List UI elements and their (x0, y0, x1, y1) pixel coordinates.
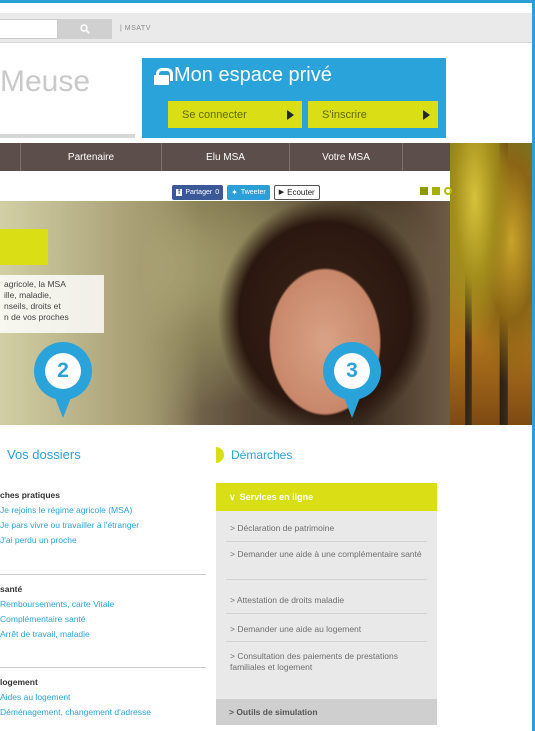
header-divider (0, 134, 135, 138)
section-divider (0, 667, 206, 668)
title-marker (216, 447, 224, 463)
demarches-label: Démarches (231, 448, 293, 462)
hero-text-line: n de vos proches (4, 312, 69, 322)
listen-label: Ecouter (287, 187, 315, 197)
register-label: S'inscrire (322, 108, 367, 121)
search-button[interactable] (58, 19, 112, 39)
services-label: Services en ligne (239, 492, 314, 502)
hero-text-line: nseils, droits et (4, 301, 61, 311)
search-icon (80, 24, 90, 34)
brand-meuse: Meuse (0, 65, 91, 98)
espace-prive-label: Mon espace privé (174, 64, 332, 86)
item-divider (226, 641, 427, 642)
demarches-title: Démarches (216, 447, 292, 463)
item-divider (226, 579, 427, 580)
dossier-link[interactable]: J'ai perdu un proche (0, 533, 210, 548)
search-input[interactable] (0, 19, 58, 39)
main-nav: Partenaire Elu MSA Votre MSA (0, 143, 450, 171)
arrow-right-icon (287, 109, 294, 120)
facebook-icon: f (176, 188, 183, 196)
demarche-link[interactable]: > Consultation des paiements de prestati… (230, 651, 426, 673)
outils-simulation-button[interactable]: > Outils de simulation (216, 699, 437, 725)
msa-tv-link[interactable]: | MSATV (120, 25, 151, 32)
espace-prive-panel: Mon espace privé Se connecter S'inscrire (142, 58, 446, 138)
msa-page: | MSATV Meuse Mon espace privé Se connec… (0, 3, 532, 731)
chevron-down-icon: ∨ (229, 491, 236, 502)
connect-label: Se connecter (182, 108, 247, 121)
dossier-link[interactable]: Aides au logement (0, 690, 210, 705)
dossier-link[interactable]: Je pars vivre ou travailler à l'étranger (0, 518, 210, 533)
nav-item-votre-msa[interactable]: Votre MSA (289, 143, 402, 171)
forest-background-image (450, 143, 532, 425)
dossier-link[interactable]: Complémentaire santé (0, 612, 210, 627)
dossier-section-pratiques: ches pratiques Je rejoins le régime agri… (0, 490, 210, 548)
callout-pin-3: 3 (323, 342, 381, 418)
demarche-link[interactable]: > Demander une aide à une complémentaire… (230, 549, 426, 560)
nav-item-partial[interactable] (0, 143, 20, 171)
social-share-bar: f Partager 0 ✦ Tweeter ▶ Ecouter (172, 184, 320, 200)
page-tools (420, 187, 452, 195)
print-icon[interactable] (420, 187, 428, 195)
pin-number: 3 (334, 353, 370, 389)
dossiers-title: Vos dossiers (7, 447, 81, 462)
demarche-link[interactable]: > Demander une aide au logement (230, 624, 426, 635)
hero-text-line: agricole, la MSA (4, 279, 66, 289)
facebook-count: 0 (215, 188, 220, 196)
section-heading: santé (0, 584, 23, 594)
dossier-link[interactable]: Remboursements, carte Vitale (0, 597, 210, 612)
demarche-link[interactable]: > Déclaration de patrimoine (230, 523, 426, 534)
nav-item-partenaire[interactable]: Partenaire (20, 143, 161, 171)
twitter-label: Tweeter (240, 188, 266, 196)
item-divider (226, 541, 427, 542)
hero-text-line: ille, maladie, (4, 290, 52, 300)
listen-button[interactable]: ▶ Ecouter (273, 184, 320, 200)
top-bar: | MSATV (0, 13, 532, 43)
section-heading: ches pratiques (0, 490, 60, 500)
item-divider (226, 613, 427, 614)
espace-prive-title: Mon espace privé (154, 64, 332, 87)
callout-pin-2: 2 (34, 342, 92, 418)
nav-item-partial-right[interactable] (402, 143, 450, 171)
nav-item-elu-msa[interactable]: Elu MSA (161, 143, 289, 171)
facebook-label: Partager (185, 188, 213, 196)
dossier-link[interactable]: Je rejoins le régime agricole (MSA) (0, 503, 210, 518)
twitter-icon: ✦ (231, 187, 238, 197)
mail-icon[interactable] (432, 187, 440, 195)
connect-button[interactable]: Se connecter (168, 101, 302, 128)
hero-text-box: agricole, la MSA ille, maladie, nseils, … (0, 275, 104, 333)
speaker-icon: ▶ (278, 189, 285, 196)
services-en-ligne-header[interactable]: ∨ Services en ligne (216, 483, 437, 511)
lock-icon (154, 67, 173, 85)
dossier-section-logement: logement Aides au logement Déménagement,… (0, 677, 210, 720)
dossier-link[interactable]: Déménagement, changement d'adresse (0, 705, 210, 720)
facebook-share-button[interactable]: f Partager 0 (172, 184, 224, 200)
pin-number: 2 (45, 353, 81, 389)
arrow-right-icon (423, 109, 430, 120)
register-button[interactable]: S'inscrire (308, 101, 438, 128)
hero-yellow-tag (0, 229, 48, 265)
dossier-section-sante: santé Remboursements, carte Vitale Compl… (0, 584, 210, 642)
twitter-share-button[interactable]: ✦ Tweeter (227, 184, 270, 200)
demarches-panel: ∨ Services en ligne > Déclaration de pat… (216, 483, 437, 725)
section-heading: logement (0, 677, 38, 687)
dossier-link[interactable]: Arrêt de travail, maladie (0, 627, 210, 642)
section-divider (0, 574, 206, 575)
link-icon[interactable] (444, 187, 452, 195)
demarche-link[interactable]: > Attestation de droits maladie (230, 595, 426, 606)
